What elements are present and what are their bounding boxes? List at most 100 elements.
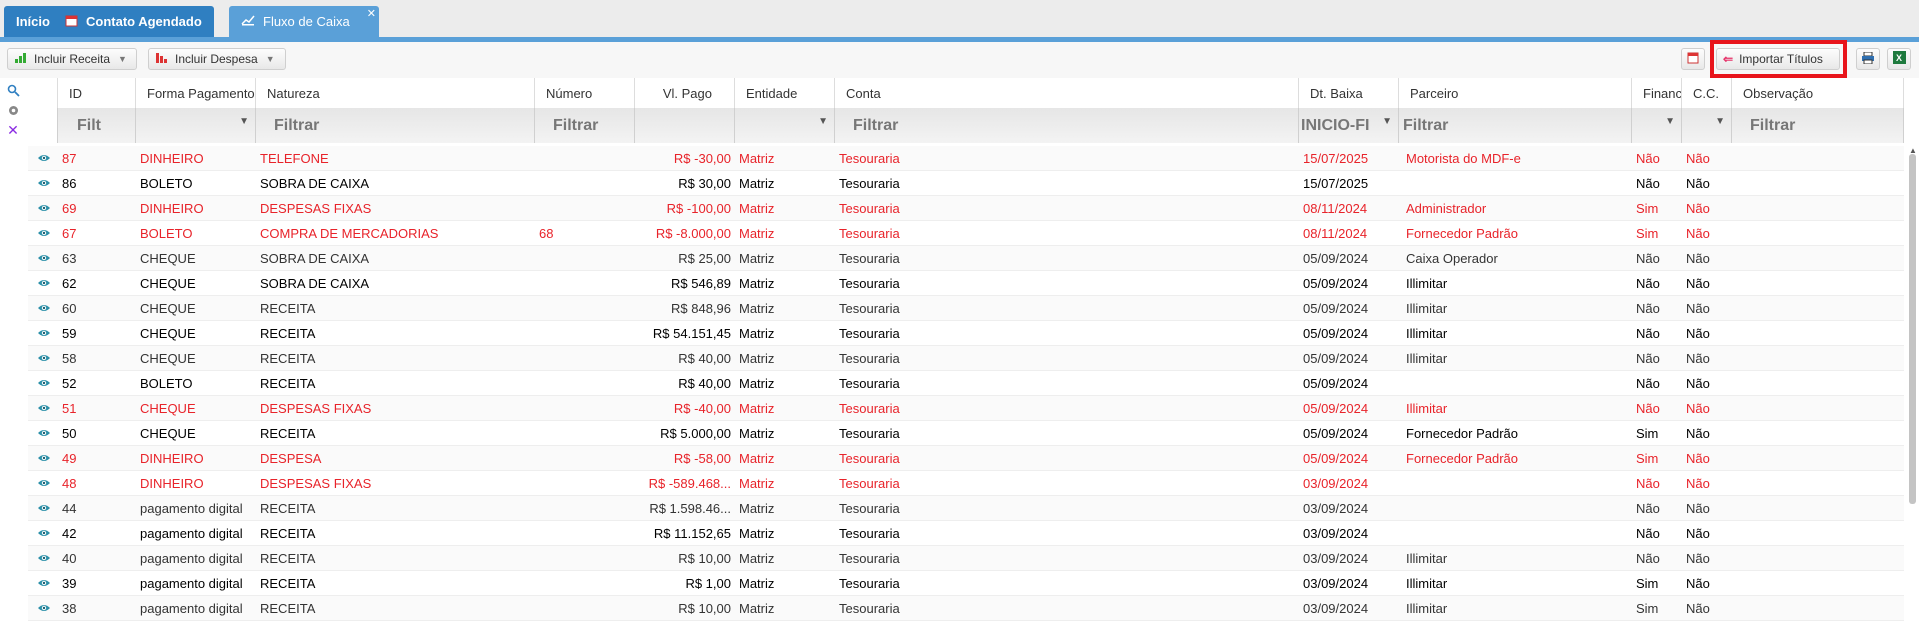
eye-icon[interactable] xyxy=(37,352,51,367)
cell-numero xyxy=(539,271,631,296)
filter-conta[interactable]: Filtrar xyxy=(835,108,1299,143)
vertical-scrollbar[interactable]: ▲ xyxy=(1908,146,1917,615)
eye-icon[interactable] xyxy=(37,427,51,442)
table-row[interactable]: 62 CHEQUE SOBRA DE CAIXA R$ 546,89 Matriz Tes… xyxy=(28,271,1904,296)
table-row[interactable]: 40 pagamento digital RECEITA R$ 10,00 Matriz… xyxy=(28,546,1904,571)
header-id[interactable]: ID xyxy=(58,78,136,108)
table-row[interactable]: 39 pagamento digital RECEITA R$ 1,00 Matriz T… xyxy=(28,571,1904,596)
eye-icon[interactable] xyxy=(37,277,51,292)
header-observacao[interactable]: Observação xyxy=(1732,78,1904,108)
header-vl-pago[interactable]: Vl. Pago xyxy=(635,78,735,108)
table-row[interactable]: 87 DINHEIRO TELEFONE R$ -30,00 Matriz Tesoura… xyxy=(28,146,1904,171)
table-row[interactable]: 44 pagamento digital RECEITA R$ 1.598.46...… xyxy=(28,496,1904,521)
table-row[interactable]: 49 DINHEIRO DESPESA R$ -58,00 Matriz Tesourar… xyxy=(28,446,1904,471)
cell-dt: 08/11/2024 xyxy=(1303,201,1368,216)
eye-icon[interactable] xyxy=(37,402,51,417)
eye-icon[interactable] xyxy=(37,477,51,492)
table-row[interactable]: 63 CHEQUE SOBRA DE CAIXA R$ 25,00 Matriz Teso… xyxy=(28,246,1904,271)
eye-icon[interactable] xyxy=(37,227,51,242)
cell-forma: CHEQUE xyxy=(140,326,196,341)
eye-icon[interactable] xyxy=(37,327,51,342)
header-financ[interactable]: Financ xyxy=(1632,78,1682,108)
eye-icon[interactable] xyxy=(37,152,51,167)
table-row[interactable]: 59 CHEQUE RECEITA R$ 54.151,45 Matriz Tesoura… xyxy=(28,321,1904,346)
cell-valor: R$ 10,00 xyxy=(678,551,731,566)
gear-icon[interactable] xyxy=(0,100,26,120)
eye-icon[interactable] xyxy=(37,577,51,592)
chevron-down-icon[interactable]: ▼ xyxy=(818,116,828,127)
chevron-down-icon[interactable]: ▼ xyxy=(1382,116,1392,127)
table-row[interactable]: 86 BOLETO SOBRA DE CAIXA R$ 30,00 Matriz Teso… xyxy=(28,171,1904,196)
cell-entidade: Matriz xyxy=(739,176,775,191)
header-natureza[interactable]: Natureza xyxy=(256,78,535,108)
header-entidade[interactable]: Entidade xyxy=(735,78,835,108)
filter-parceiro[interactable]: Filtrar xyxy=(1399,108,1632,143)
cell-natureza: SOBRA DE CAIXA xyxy=(260,276,370,291)
cell-id: 62 xyxy=(62,276,77,291)
chevron-down-icon[interactable]: ▼ xyxy=(1665,116,1675,127)
scrollbar-thumb[interactable] xyxy=(1909,154,1916,504)
header-conta[interactable]: Conta xyxy=(835,78,1299,108)
table-row[interactable]: 42 pagamento digital RECEITA R$ 11.152,65 Ma… xyxy=(28,521,1904,546)
calendar-button[interactable] xyxy=(1681,48,1705,70)
filter-natureza[interactable]: Filtrar xyxy=(256,108,535,143)
header-forma-pagamento[interactable]: Forma Pagamento xyxy=(136,78,256,108)
eye-icon[interactable] xyxy=(37,377,51,392)
table-row[interactable]: 60 CHEQUE RECEITA R$ 848,96 Matriz Tesouraria… xyxy=(28,296,1904,321)
header-numero[interactable]: Número xyxy=(535,78,635,108)
search-icon[interactable] xyxy=(0,80,26,100)
table-row[interactable]: 50 CHEQUE RECEITA R$ 5.000,00 Matriz Tesourar… xyxy=(28,421,1904,446)
tab-contato-agendado[interactable]: Contato Agendado xyxy=(53,6,214,37)
filter-observacao[interactable]: Filtrar xyxy=(1732,108,1904,143)
eye-icon[interactable] xyxy=(37,502,51,517)
cell-parceiro xyxy=(1406,371,1630,396)
eye-icon[interactable] xyxy=(37,527,51,542)
table-row[interactable]: 51 CHEQUE DESPESAS FIXAS R$ -40,00 Matriz Tes… xyxy=(28,396,1904,421)
filter-cc[interactable]: ▼ xyxy=(1682,108,1732,143)
filter-numero[interactable]: Filtrar xyxy=(535,108,635,143)
table-row[interactable]: 58 CHEQUE RECEITA R$ 40,00 Matriz Tesouraria 0… xyxy=(28,346,1904,371)
eye-icon[interactable] xyxy=(37,252,51,267)
cell-parceiro xyxy=(1406,496,1630,521)
filter-row: Filt ▼ Filtrar Filtrar ▼ Filtrar INICIO-… xyxy=(28,108,1904,143)
table-row[interactable]: 38 pagamento digital RECEITA R$ 10,00 Matriz… xyxy=(28,596,1904,621)
header-conta-label: Conta xyxy=(846,85,881,101)
eye-icon[interactable] xyxy=(37,302,51,317)
incluir-despesa-button[interactable]: Incluir Despesa ▼ xyxy=(148,48,286,70)
header-dt-baixa[interactable]: Dt. Baixa xyxy=(1299,78,1399,108)
eye-icon[interactable] xyxy=(37,202,51,217)
table-row[interactable]: 69 DINHEIRO DESPESAS FIXAS R$ -100,00 Matriz… xyxy=(28,196,1904,221)
cell-natureza: RECEITA xyxy=(260,551,316,566)
header-cc[interactable]: C.C. xyxy=(1682,78,1732,108)
filter-entidade[interactable]: ▼ xyxy=(735,108,835,143)
header-parceiro[interactable]: Parceiro xyxy=(1399,78,1632,108)
table-row[interactable]: 48 DINHEIRO DESPESAS FIXAS R$ -589.468... Ma… xyxy=(28,471,1904,496)
cell-numero xyxy=(539,346,631,371)
eye-icon[interactable] xyxy=(37,552,51,567)
chevron-down-icon[interactable]: ▼ xyxy=(1715,116,1725,127)
excel-export-button[interactable]: X xyxy=(1887,48,1911,70)
eye-icon[interactable] xyxy=(37,452,51,467)
cell-numero xyxy=(539,571,631,596)
revenue-chart-icon xyxy=(14,52,28,67)
close-icon[interactable]: ✕ xyxy=(367,7,376,20)
table-row[interactable]: 52 BOLETO RECEITA R$ 40,00 Matriz Tesouraria 0… xyxy=(28,371,1904,396)
incluir-receita-button[interactable]: Incluir Receita ▼ xyxy=(7,48,137,70)
filter-financ[interactable]: ▼ xyxy=(1632,108,1682,143)
cell-parceiro xyxy=(1406,521,1630,546)
filter-forma-pagamento[interactable]: ▼ xyxy=(136,108,256,143)
filter-vl-pago[interactable] xyxy=(635,108,735,143)
filter-id[interactable]: Filt xyxy=(58,108,136,143)
cell-valor: R$ -8.000,00 xyxy=(655,226,731,241)
clear-filter-icon[interactable]: ✕ xyxy=(0,120,26,140)
chevron-down-icon[interactable]: ▼ xyxy=(239,116,249,127)
print-button[interactable] xyxy=(1856,48,1880,70)
table-row[interactable]: 67 BOLETO COMPRA DE MERCADORIAS 68 R$ -8.000… xyxy=(28,221,1904,246)
filter-dt-baixa[interactable]: INICIO-FI ▼ xyxy=(1299,108,1399,143)
cell-dt: 03/09/2024 xyxy=(1303,601,1369,616)
cell-forma: CHEQUE xyxy=(140,401,196,416)
cell-parceiro: Illimitar xyxy=(1406,576,1448,591)
eye-icon[interactable] xyxy=(37,177,51,192)
tab-fluxo-de-caixa[interactable]: Fluxo de Caixa ✕ xyxy=(229,6,379,37)
cell-cc: Não xyxy=(1686,576,1710,591)
